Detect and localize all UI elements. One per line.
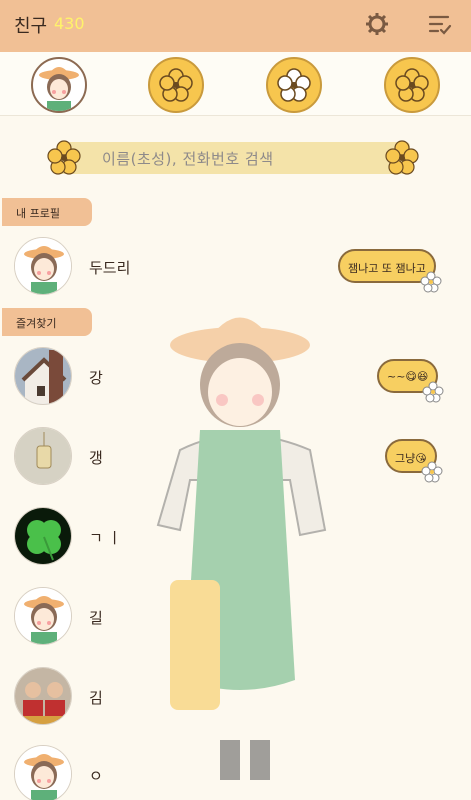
avatar[interactable] xyxy=(14,507,72,565)
status-text: 잼나고 또 잼나고 xyxy=(348,262,426,275)
yellow-flower-icon xyxy=(47,140,81,175)
house-photo xyxy=(15,348,71,404)
avatar[interactable] xyxy=(14,587,72,645)
avatar[interactable] xyxy=(14,237,72,295)
friend-name: ㅇ xyxy=(89,767,103,785)
search-bar[interactable]: 이름(초성), 전화번호 검색 xyxy=(44,138,422,178)
list-check-icon[interactable] xyxy=(428,14,452,36)
avatar[interactable] xyxy=(14,427,72,485)
white-flower-icon xyxy=(421,461,443,483)
list-item[interactable]: 강 ~~😋😆 xyxy=(14,347,444,407)
tab-friends[interactable] xyxy=(148,57,204,113)
section-label-favorites: 즐겨찾기 xyxy=(2,308,92,336)
status-message: 잼나고 또 잼나고 xyxy=(338,249,442,293)
white-flower-icon xyxy=(277,68,311,102)
girl-avatar-icon xyxy=(15,588,71,644)
girl-avatar-icon xyxy=(15,746,71,800)
girl-avatar-icon xyxy=(15,238,71,294)
search-placeholder: 이름(초성), 전화번호 검색 xyxy=(102,150,274,168)
friend-name: 갱 xyxy=(89,449,103,467)
yellow-flower-icon xyxy=(385,140,419,175)
tab-more[interactable] xyxy=(384,57,440,113)
friend-count: 430 xyxy=(54,14,85,33)
section-label-my-profile: 내 프로필 xyxy=(2,198,92,226)
friend-name: 길 xyxy=(89,609,103,627)
my-profile-row[interactable]: 두드리 잼나고 또 잼나고 xyxy=(14,237,444,297)
list-item[interactable]: ㅇ xyxy=(14,745,444,800)
white-flower-icon xyxy=(422,381,444,403)
friend-name: 두드리 xyxy=(89,259,131,277)
tab-profile[interactable] xyxy=(31,57,87,113)
yellow-flower-icon xyxy=(159,68,193,102)
white-flower-icon xyxy=(420,271,442,293)
friend-name: 김 xyxy=(89,689,103,707)
tab-chats[interactable] xyxy=(266,57,322,113)
profile-avatar-icon xyxy=(39,67,79,111)
friend-name: ㄱ ㅣ xyxy=(89,529,122,547)
jar-photo xyxy=(15,428,71,484)
list-item[interactable]: 갱 그냥😘 xyxy=(14,427,444,487)
list-item[interactable]: ㄱ ㅣ xyxy=(14,507,444,567)
status-message: 그냥😘 xyxy=(385,439,443,483)
status-message: ~~😋😆 xyxy=(377,359,444,403)
avatar[interactable] xyxy=(14,667,72,725)
avatar[interactable] xyxy=(14,347,72,405)
kids-photo xyxy=(15,668,71,724)
tab-bar xyxy=(0,52,471,116)
clover-photo xyxy=(15,508,71,564)
list-item[interactable]: 김 xyxy=(14,667,444,727)
list-item[interactable]: 길 xyxy=(14,587,444,647)
app-header: 친구 430 xyxy=(0,0,471,52)
avatar[interactable] xyxy=(14,745,72,800)
yellow-flower-icon xyxy=(395,68,429,102)
page-title: 친구 xyxy=(14,16,48,37)
gear-icon[interactable] xyxy=(365,12,389,36)
friend-name: 강 xyxy=(89,369,103,387)
